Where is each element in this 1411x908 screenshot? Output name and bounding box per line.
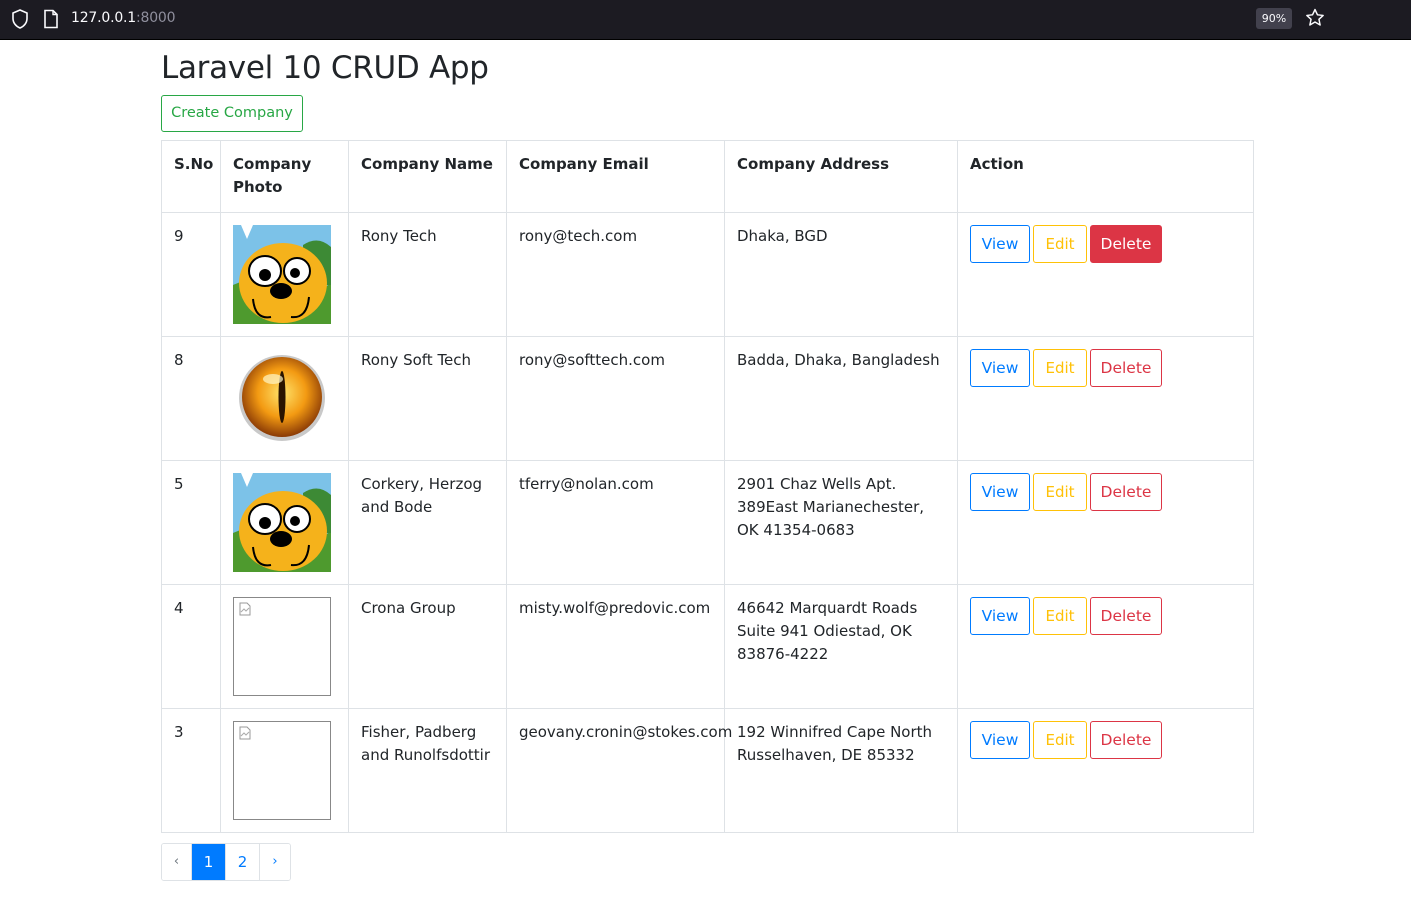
row-photo-cell <box>220 336 349 461</box>
header-action: Action <box>957 140 1254 213</box>
bookmark-star-icon[interactable] <box>1304 7 1326 29</box>
delete-button[interactable]: Delete <box>1090 349 1162 387</box>
delete-button[interactable]: Delete <box>1090 225 1162 263</box>
row-company-address: Dhaka, BGD <box>724 212 958 337</box>
edit-button[interactable]: Edit <box>1033 349 1087 387</box>
pagination: ‹ 1 2 › <box>161 843 291 881</box>
company-photo-broken-image <box>233 721 331 820</box>
row-company-name: Rony Tech <box>348 212 507 337</box>
row-company-email: tferry@nolan.com <box>506 460 725 585</box>
table-row: 5 Corkery, Herzog and Bode tferry@nolan.… <box>161 460 1254 585</box>
row-company-address: 192 Winnifred Cape North Russelhaven, DE… <box>724 708 958 833</box>
row-company-address: 46642 Marquardt Roads Suite 941 Odiestad… <box>724 584 958 709</box>
page-icon <box>44 9 58 29</box>
delete-button[interactable]: Delete <box>1090 597 1162 635</box>
row-company-email: geovany.cronin@stokes.com <box>506 708 732 833</box>
view-button[interactable]: View <box>970 225 1030 263</box>
row-sno: 8 <box>161 336 221 461</box>
row-photo-cell <box>220 584 349 709</box>
row-photo-cell <box>220 708 349 833</box>
create-company-button[interactable]: Create Company <box>161 95 303 132</box>
company-photo-cartoon-dog <box>233 473 331 572</box>
row-actions: View Edit Delete <box>957 212 1254 337</box>
pagination-next[interactable]: › <box>260 844 290 880</box>
header-sno: S.No <box>161 140 221 213</box>
row-sno: 5 <box>161 460 221 585</box>
pagination-page-1[interactable]: 1 <box>192 844 226 880</box>
table-row: 4 Crona Group misty.wolf@predovic.com 46… <box>161 584 1254 709</box>
table-header-row: S.No Company Photo Company Name Company … <box>161 140 1254 213</box>
row-sno: 4 <box>161 584 221 709</box>
row-company-address: 2901 Chaz Wells Apt. 389East Marianeches… <box>724 460 958 585</box>
table-row: 3 Fisher, Padberg and Runolfsdottir geov… <box>161 708 1254 833</box>
table-row: 8 Rony Soft Tech rony@softtech.com Badda… <box>161 336 1254 461</box>
view-button[interactable]: View <box>970 473 1030 511</box>
edit-button[interactable]: Edit <box>1033 225 1087 263</box>
row-company-name: Rony Soft Tech <box>348 336 507 461</box>
view-button[interactable]: View <box>970 721 1030 759</box>
edit-button[interactable]: Edit <box>1033 597 1087 635</box>
row-company-email: rony@tech.com <box>506 212 725 337</box>
table-row: 9 Rony Tech rony@tech.com Dhaka, BGD Vie… <box>161 212 1254 337</box>
shield-icon[interactable] <box>11 9 29 29</box>
delete-button[interactable]: Delete <box>1090 721 1162 759</box>
url-port: :8000 <box>136 10 176 26</box>
row-company-name: Fisher, Padberg and Runolfsdottir <box>348 708 507 833</box>
row-actions: View Edit Delete <box>957 708 1254 833</box>
broken-image-icon <box>239 602 251 616</box>
row-company-email: misty.wolf@predovic.com <box>506 584 725 709</box>
zoom-level-badge[interactable]: 90% <box>1256 8 1292 29</box>
companies-table: S.No Company Photo Company Name Company … <box>161 140 1254 833</box>
row-company-name: Corkery, Herzog and Bode <box>348 460 507 585</box>
row-sno: 3 <box>161 708 221 833</box>
url-host: 127.0.0.1 <box>71 10 136 26</box>
row-photo-cell <box>220 212 349 337</box>
view-button[interactable]: View <box>970 597 1030 635</box>
company-photo-cartoon-dog <box>233 225 331 324</box>
edit-button[interactable]: Edit <box>1033 473 1087 511</box>
row-sno: 9 <box>161 212 221 337</box>
row-actions: View Edit Delete <box>957 460 1254 585</box>
url-bar[interactable]: 127.0.0.1:8000 <box>71 10 176 26</box>
header-photo: Company Photo <box>220 140 349 213</box>
broken-image-icon <box>239 726 251 740</box>
header-address: Company Address <box>724 140 958 213</box>
pagination-prev[interactable]: ‹ <box>162 844 192 880</box>
company-photo-eye <box>239 355 325 441</box>
page-title: Laravel 10 CRUD App <box>161 50 489 86</box>
edit-button[interactable]: Edit <box>1033 721 1087 759</box>
view-button[interactable]: View <box>970 349 1030 387</box>
pagination-page-2[interactable]: 2 <box>226 844 260 880</box>
row-company-email: rony@softtech.com <box>506 336 725 461</box>
row-actions: View Edit Delete <box>957 584 1254 709</box>
row-company-address: Badda, Dhaka, Bangladesh <box>724 336 958 461</box>
row-photo-cell <box>220 460 349 585</box>
row-company-name: Crona Group <box>348 584 507 709</box>
browser-toolbar: 127.0.0.1:8000 90% <box>0 0 1411 40</box>
header-email: Company Email <box>506 140 725 213</box>
row-actions: View Edit Delete <box>957 336 1254 461</box>
header-name: Company Name <box>348 140 507 213</box>
delete-button[interactable]: Delete <box>1090 473 1162 511</box>
company-photo-broken-image <box>233 597 331 696</box>
